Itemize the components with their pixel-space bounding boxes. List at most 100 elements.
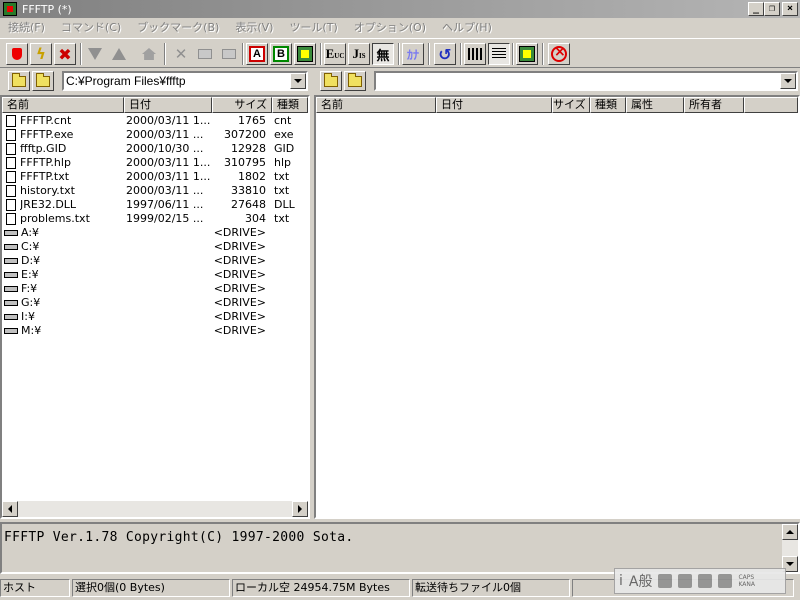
remote-up-button[interactable] (320, 71, 342, 91)
col-date[interactable]: 日付 (436, 97, 552, 113)
table-row[interactable]: G:¥ <DRIVE> (2, 296, 308, 310)
mkdir-button[interactable] (218, 43, 240, 65)
col-type[interactable]: 種類 (590, 97, 626, 113)
binary-mode-button[interactable]: B (270, 43, 292, 65)
upload-button[interactable] (108, 43, 130, 65)
file-name: FFFTP.txt (20, 170, 70, 183)
menu-help[interactable]: ヘルプ(H) (434, 19, 500, 35)
col-type[interactable]: 種類 (272, 97, 308, 113)
col-size[interactable]: サイズ (212, 97, 272, 113)
local-hscrollbar[interactable] (2, 501, 308, 517)
local-path-dropdown[interactable] (290, 73, 306, 89)
ime-settings-icon[interactable] (658, 574, 673, 588)
file-type: GID (274, 142, 295, 155)
scroll-right-button[interactable] (292, 501, 308, 517)
auto-mode-button[interactable] (294, 43, 316, 65)
ime-pad-icon[interactable] (678, 574, 693, 588)
local-path-text: C:¥Program Files¥ffftp (66, 74, 186, 88)
close-button[interactable]: × (782, 2, 798, 16)
mirror-upload-button[interactable] (138, 43, 160, 65)
table-row[interactable]: F:¥ <DRIVE> (2, 282, 308, 296)
table-row[interactable]: FFFTP.cnt 2000/03/11 1... 1765 cnt (2, 114, 308, 128)
minimize-button[interactable]: _ (748, 2, 764, 16)
menu-tools[interactable]: ツール(T) (281, 19, 345, 35)
title-bar[interactable]: FFFTP (*) _ ❐ × (0, 0, 800, 18)
drive-type (270, 282, 306, 296)
log-vscrollbar[interactable] (782, 524, 798, 572)
drive-name-cell: A:¥ (2, 226, 122, 240)
ime-dictionary-icon[interactable] (698, 574, 713, 588)
delete-icon: ✕ (174, 45, 188, 63)
help-icon[interactable] (718, 574, 733, 588)
detail-view-button[interactable] (488, 43, 510, 65)
connect-button[interactable] (6, 43, 28, 65)
menu-command[interactable]: コマンド(C) (53, 19, 129, 35)
remote-path-bar (314, 70, 800, 94)
scroll-up-button[interactable] (782, 524, 798, 540)
folder-up-icon (324, 72, 338, 87)
remote-file-list[interactable]: 名前 日付 サイズ 種類 属性 所有者 (314, 95, 800, 519)
disconnect-button[interactable]: ✖ (54, 43, 76, 65)
list-view-button[interactable] (464, 43, 486, 65)
drive-type (270, 324, 306, 338)
scroll-left-button[interactable] (2, 501, 18, 517)
log-panel[interactable]: FFFTP Ver.1.78 Copyright(C) 1997-2000 So… (0, 522, 800, 574)
sync-browse-button[interactable] (516, 43, 538, 65)
ime-info-icon[interactable]: i (619, 573, 623, 589)
ascii-mode-button[interactable]: A (246, 43, 268, 65)
col-size[interactable]: サイズ (552, 97, 590, 113)
drive-name-cell: E:¥ (2, 268, 122, 282)
local-up-button[interactable] (8, 71, 30, 91)
table-row[interactable]: A:¥ <DRIVE> (2, 226, 308, 240)
col-name[interactable]: 名前 (316, 97, 436, 113)
toolbar: ϟ ✖ ✕ A B EUC JIS 無 ｶﾅ ↺ (0, 38, 800, 68)
remote-open-button[interactable] (344, 71, 366, 91)
col-date[interactable]: 日付 (124, 97, 212, 113)
table-row[interactable]: problems.txt 1999/02/15 ... 304 txt (2, 212, 308, 226)
drive-size: <DRIVE> (213, 254, 266, 267)
file-type: DLL (274, 198, 295, 211)
chevron-down-icon (784, 79, 792, 83)
remote-path-dropdown[interactable] (780, 73, 796, 89)
quick-connect-button[interactable]: ϟ (30, 43, 52, 65)
local-open-button[interactable] (32, 71, 54, 91)
ime-toolbar[interactable]: i A般 CAPS KANA (614, 568, 786, 594)
drive-date (122, 324, 212, 338)
table-row[interactable]: ffftp.GID 2000/10/30 ... 12928 GID (2, 142, 308, 156)
maximize-button[interactable]: ❐ (764, 2, 780, 16)
rename-button[interactable] (194, 43, 216, 65)
app-icon[interactable] (3, 2, 17, 16)
no-convert-button[interactable]: 無 (372, 43, 394, 65)
table-row[interactable]: E:¥ <DRIVE> (2, 268, 308, 282)
local-path-input[interactable]: C:¥Program Files¥ffftp (62, 71, 308, 91)
table-row[interactable]: C:¥ <DRIVE> (2, 240, 308, 254)
table-row[interactable]: M:¥ <DRIVE> (2, 324, 308, 338)
table-row[interactable]: D:¥ <DRIVE> (2, 254, 308, 268)
kana-button[interactable]: ｶﾅ (402, 43, 424, 65)
table-row[interactable]: FFFTP.exe 2000/03/11 ... 307200 exe (2, 128, 308, 142)
download-button[interactable] (84, 43, 106, 65)
ime-mode-indicator[interactable]: A般 (629, 571, 653, 591)
file-type: cnt (274, 114, 292, 127)
table-row[interactable]: FFFTP.txt 2000/03/11 1... 1802 txt (2, 170, 308, 184)
col-name[interactable]: 名前 (2, 97, 124, 113)
menu-view[interactable]: 表示(V) (227, 19, 281, 35)
file-date: 2000/10/30 ... (126, 142, 204, 155)
refresh-button[interactable]: ↺ (434, 43, 456, 65)
menu-options[interactable]: オプション(O) (346, 19, 434, 35)
table-row[interactable]: JRE32.DLL 1997/06/11 ... 27648 DLL (2, 198, 308, 212)
table-row[interactable]: history.txt 2000/03/11 ... 33810 txt (2, 184, 308, 198)
euc-button[interactable]: EUC (324, 43, 346, 65)
jis-button[interactable]: JIS (348, 43, 370, 65)
remote-path-input[interactable] (374, 71, 798, 91)
delete-button[interactable]: ✕ (170, 43, 192, 65)
col-owner[interactable]: 所有者 (684, 97, 744, 113)
table-row[interactable]: FFFTP.hlp 2000/03/11 1... 310795 hlp (2, 156, 308, 170)
abort-button[interactable] (548, 43, 570, 65)
file-name-cell: FFFTP.txt (2, 170, 122, 184)
local-file-list[interactable]: 名前 日付 サイズ 種類 FFFTP.cnt 2000/03/11 1... 176… (0, 95, 310, 519)
table-row[interactable]: I:¥ <DRIVE> (2, 310, 308, 324)
col-attr[interactable]: 属性 (626, 97, 684, 113)
menu-connect[interactable]: 接続(F) (0, 19, 53, 35)
menu-bookmark[interactable]: ブックマーク(B) (129, 19, 227, 35)
